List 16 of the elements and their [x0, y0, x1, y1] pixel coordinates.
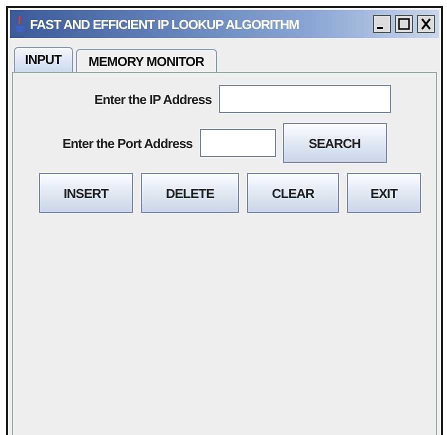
field-label: Enter the IP Address — [94, 92, 212, 106]
close-icon[interactable] — [417, 15, 435, 33]
tab[interactable]: MEMORY MONITOR — [76, 49, 218, 72]
tab[interactable]: INPUT — [14, 47, 72, 72]
action-button[interactable]: INSERT — [39, 173, 133, 213]
action-button[interactable]: DELETE — [141, 173, 239, 213]
maximize-icon[interactable] — [395, 15, 413, 33]
minimize-icon[interactable] — [373, 15, 391, 33]
coffee-cup-icon — [14, 15, 26, 33]
action-button[interactable]: EXIT — [347, 173, 421, 213]
window-title: FAST AND EFFICIENT IP LOOKUP ALGORITHM — [30, 16, 300, 32]
input-field[interactable] — [218, 85, 391, 113]
action-button[interactable]: CLEAR — [247, 173, 339, 213]
field-label: Enter the Port Address — [62, 136, 193, 150]
search-button[interactable]: SEARCH — [282, 123, 387, 163]
input-field[interactable] — [200, 129, 276, 157]
